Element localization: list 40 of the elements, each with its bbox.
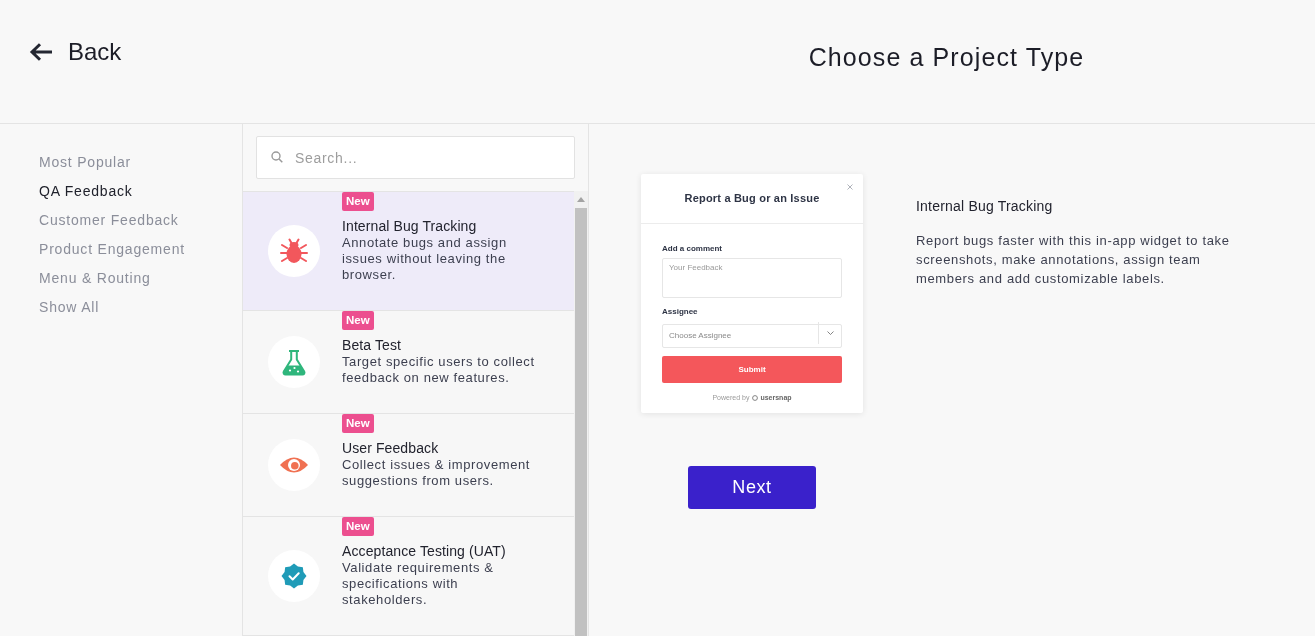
search-field[interactable]: Search... [256, 136, 575, 179]
project-title: Internal Bug Tracking [916, 197, 1054, 215]
project-type-item[interactable]: New Internal Bug Tracking Annotate bugs and assign issues without leaving the browser. [243, 192, 574, 311]
new-badge: New [342, 517, 374, 536]
new-badge: New [342, 192, 374, 211]
project-type-description: Validate requirements & specifications with stakeholders. [342, 560, 495, 608]
back-arrow-icon [29, 42, 53, 62]
project-type-title: Beta Test [342, 336, 401, 354]
widget-title: Report a Bug or an Issue [684, 191, 820, 207]
scrollbar[interactable] [574, 191, 588, 636]
project-type-description: Annotate bugs and assign issues without leaving the browser. [342, 235, 508, 283]
field-label: Add a comment [662, 244, 723, 254]
next-button[interactable]: Next [688, 466, 816, 509]
new-badge: New [342, 311, 374, 330]
bug-icon [268, 225, 320, 277]
new-badge: New [342, 414, 374, 433]
field-label: Assignee [662, 307, 699, 317]
comment-field[interactable]: Your Feedback [662, 258, 842, 298]
close-icon[interactable] [847, 184, 853, 190]
project-type-item[interactable]: New Beta Test Target specific users to collect feedback on new features. [243, 311, 574, 414]
project-type-title: User Feedback [342, 439, 439, 457]
scrollbar-thumb[interactable] [575, 208, 587, 636]
search-icon [271, 151, 283, 163]
project-type-description: Collect issues & improvement suggestions from users. [342, 457, 532, 489]
chevron-down-icon [826, 331, 834, 335]
project-type-title: Acceptance Testing (UAT) [342, 542, 506, 560]
back-link[interactable]: Back [29, 37, 122, 67]
project-type-description: Target specific users to collect feedback on new features. [342, 354, 536, 386]
page-title: Choose a Project Type [808, 42, 1085, 72]
project-type-item[interactable]: New User Feedback Collect issues & improvement suggestions from users. [243, 414, 574, 517]
check-badge-icon [268, 550, 320, 602]
logo-icon [752, 394, 759, 401]
sidebar-item[interactable]: QA Feedback [0, 177, 242, 206]
flask-icon [268, 336, 320, 388]
assignee-select[interactable]: Choose Assignee [662, 323, 842, 348]
eye-icon [268, 439, 320, 491]
project-type-item[interactable]: New Acceptance Testing (UAT) Validate requirements & specifications with stakeholders. [243, 517, 574, 636]
project-description: Report bugs faster with this in-app widget to take screenshots, make annotations, assign team members and add customizable labels. [916, 232, 1231, 288]
project-type-title: Internal Bug Tracking [342, 217, 477, 235]
scroll-up-arrow-icon[interactable] [577, 197, 585, 202]
